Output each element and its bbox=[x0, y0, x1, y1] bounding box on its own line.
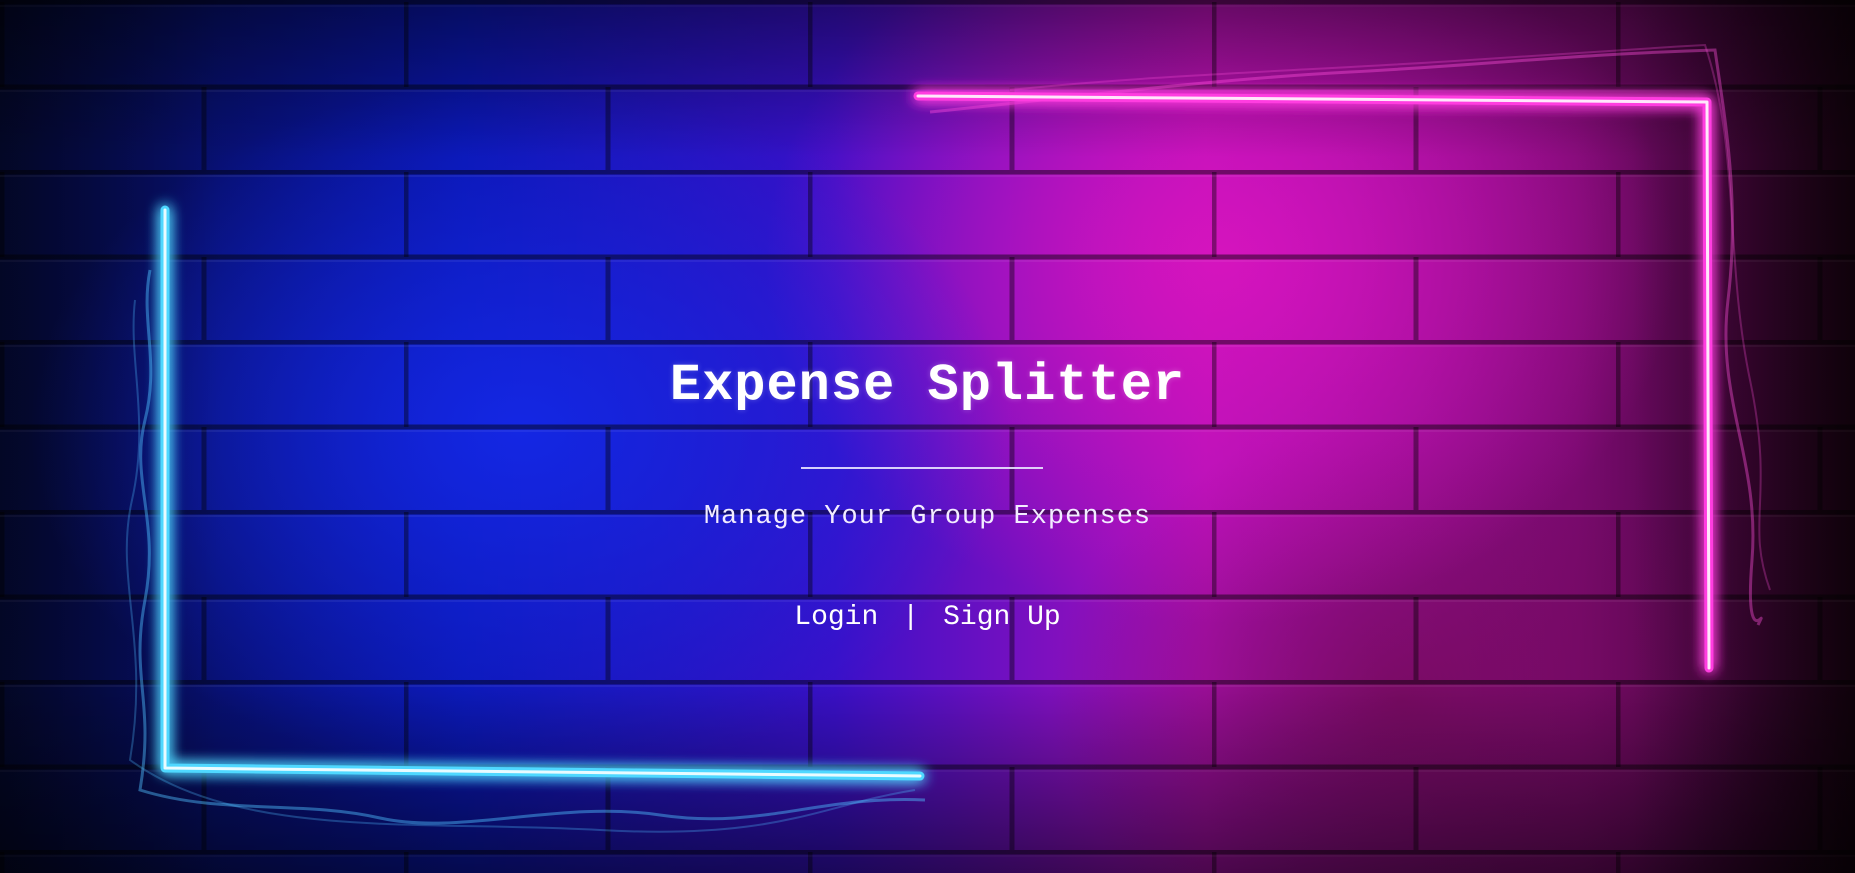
auth-links: Login | Sign Up bbox=[0, 602, 1855, 633]
signup-link[interactable]: Sign Up bbox=[943, 602, 1061, 633]
link-separator: | bbox=[902, 602, 920, 633]
page-title: Expense Splitter bbox=[669, 356, 1186, 415]
page-subtitle: Manage Your Group Expenses bbox=[703, 502, 1152, 532]
hero-content: Expense Splitter Manage Your Group Expen… bbox=[0, 0, 1855, 873]
title-divider bbox=[801, 467, 1043, 469]
landing-page: Expense Splitter Manage Your Group Expen… bbox=[0, 0, 1855, 873]
login-link[interactable]: Login bbox=[794, 602, 878, 633]
